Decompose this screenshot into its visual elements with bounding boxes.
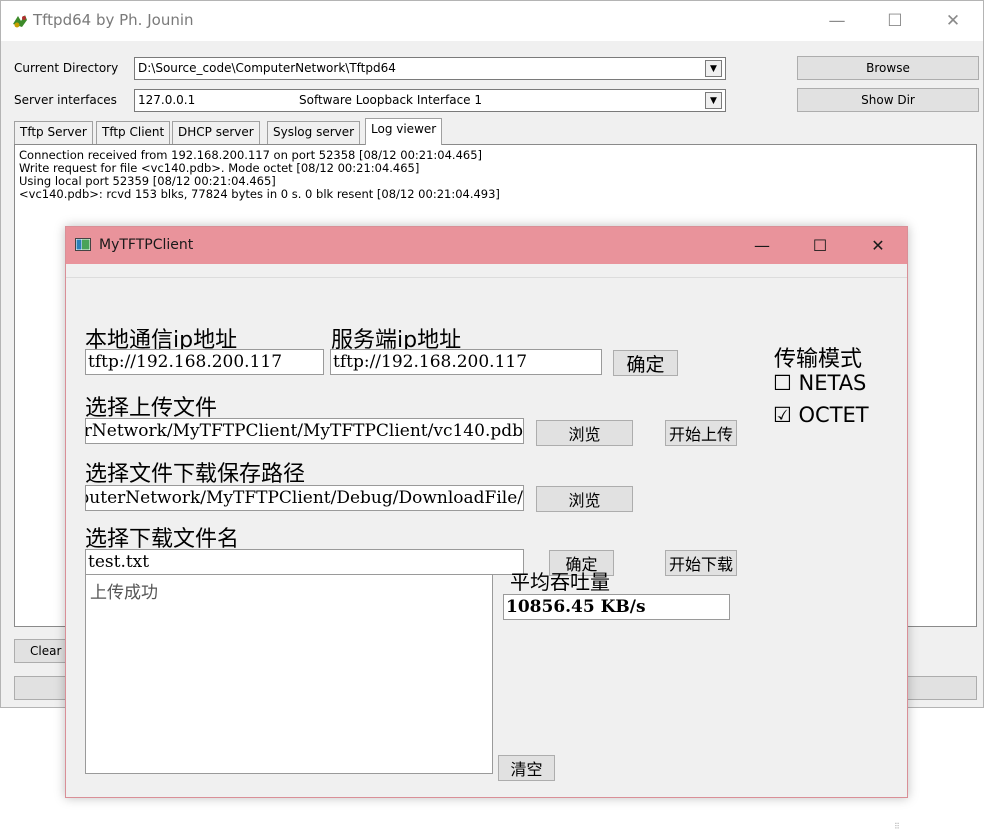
client-menu-bar [66, 264, 907, 278]
tftpd-app-icon [13, 15, 27, 28]
confirm-ip-button[interactable]: 确定 [613, 350, 678, 376]
minimize-icon: — [828, 11, 846, 31]
download-path-value: D:/Source_code/ComputerNetwork/MyTFTPCli… [86, 488, 523, 508]
resize-grip-icon[interactable]: ⠿ [894, 822, 904, 832]
download-browse-button[interactable]: 浏览 [536, 486, 633, 512]
status-textarea[interactable]: 上传成功 [85, 574, 493, 774]
start-download-button[interactable]: 开始下载 [665, 550, 737, 576]
download-filename-input[interactable]: test.txt [85, 549, 524, 575]
tftpd-titlebar[interactable]: Tftpd64 by Ph. Jounin — ☐ ✕ [1, 1, 983, 41]
client-body: 本地通信ip地址 服务端ip地址 tftp://192.168.200.117 … [66, 264, 907, 831]
download-path-label: 选择文件下载保存路径 [85, 462, 306, 487]
mytftpclient-window: MyTFTPClient — ☐ ✕ 本地通信ip地址 服务端ip地址 tftp… [65, 226, 908, 831]
checkbox-unchecked-icon: ☐ [773, 371, 792, 395]
tab-tftp-client[interactable]: Tftp Client [96, 121, 171, 144]
start-upload-button[interactable]: 开始上传 [665, 420, 737, 446]
checkbox-checked-icon: ☑ [773, 403, 792, 427]
upload-file-path: D:/Source_code/ComputerNetwork/MyTFTPCli… [85, 421, 523, 441]
client-titlebar[interactable]: MyTFTPClient — ☐ ✕ [66, 227, 907, 264]
throughput-label: 平均吞吐量 [510, 570, 610, 594]
netascii-checkbox[interactable]: ☐ NETAS [773, 371, 866, 395]
octet-label: OCTET [798, 403, 869, 427]
upload-browse-button[interactable]: 浏览 [536, 420, 633, 446]
minimize-button[interactable]: — [808, 1, 866, 41]
server-ip-input[interactable]: tftp://192.168.200.117 [330, 349, 602, 375]
transfer-mode-label: 传输模式 [774, 347, 863, 372]
close-button[interactable]: ✕ [924, 1, 982, 41]
maximize-icon: ☐ [887, 11, 903, 31]
download-path-input[interactable]: D:/Source_code/ComputerNetwork/MyTFTPCli… [85, 485, 524, 511]
log-line: <vc140.pdb>: rcvd 153 blks, 77824 bytes … [19, 187, 500, 201]
octet-checkbox[interactable]: ☑ OCTET [773, 403, 869, 427]
local-ip-input[interactable]: tftp://192.168.200.117 [85, 349, 324, 375]
client-maximize-button[interactable]: ☐ [791, 227, 849, 264]
throughput-value: 10856.45 KB/s [503, 594, 730, 620]
upload-file-input[interactable]: D:/Source_code/ComputerNetwork/MyTFTPCli… [85, 418, 524, 444]
show-dir-button[interactable]: Show Dir [797, 88, 979, 112]
tab-dhcp-server[interactable]: DHCP server [172, 121, 260, 144]
server-interface-ip: 127.0.0.1 [138, 93, 196, 107]
tab-syslog-server[interactable]: Syslog server [267, 121, 361, 144]
current-directory-combo[interactable]: D:\Source_code\ComputerNetwork\Tftpd64 ▼ [134, 57, 726, 80]
current-directory-value: D:\Source_code\ComputerNetwork\Tftpd64 [138, 61, 396, 75]
client-window-title: MyTFTPClient [99, 237, 194, 253]
clear-button[interactable]: 清空 [498, 755, 555, 781]
close-icon: ✕ [945, 11, 961, 31]
window-title: Tftpd64 by Ph. Jounin [33, 11, 194, 29]
client-minimize-button[interactable]: — [733, 227, 791, 264]
window-app-icon [75, 238, 91, 251]
maximize-icon: ☐ [812, 236, 828, 255]
minimize-icon: — [754, 236, 770, 255]
netascii-label: NETAS [798, 371, 867, 395]
tab-log-viewer[interactable]: Log viewer [365, 118, 443, 145]
current-directory-label: Current Directory [14, 61, 119, 75]
dropdown-arrow-icon[interactable]: ▼ [705, 92, 722, 109]
server-interfaces-label: Server interfaces [14, 93, 117, 107]
tab-tftp-server[interactable]: Tftp Server [14, 121, 93, 144]
close-icon: ✕ [871, 236, 885, 255]
server-interface-name: Software Loopback Interface 1 [299, 93, 482, 107]
client-close-button[interactable]: ✕ [849, 227, 907, 264]
maximize-button[interactable]: ☐ [866, 1, 924, 41]
server-interfaces-combo[interactable]: 127.0.0.1 Software Loopback Interface 1 … [134, 89, 726, 112]
dropdown-arrow-icon[interactable]: ▼ [705, 60, 722, 77]
browse-button[interactable]: Browse [797, 56, 979, 80]
